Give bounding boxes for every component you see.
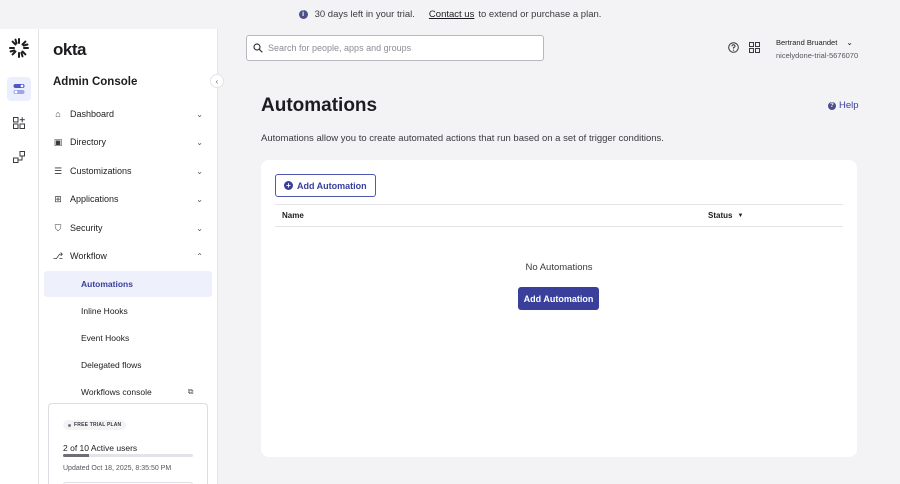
subnav-label: Workflows console [81,387,152,397]
subnav-workflows-console[interactable]: Workflows console ⧉ [44,379,212,405]
chevron-left-icon: ‹ [215,76,219,86]
nav-item-applications[interactable]: ⊞ Applications ⌄ [53,189,203,209]
column-header-status[interactable]: Status ▼ [708,211,743,220]
help-label: Help [839,100,859,111]
badge-dot-icon [68,423,71,427]
active-users-progress [63,454,193,457]
nav-item-customizations[interactable]: ☰ Customizations ⌄ [53,161,203,181]
subnav-event-hooks[interactable]: Event Hooks [44,325,212,351]
directory-icon: ▣ [53,136,63,147]
nav-label: Security [70,223,103,233]
external-link-icon: ⧉ [187,387,194,396]
automations-table-header: Name Status ▼ [275,204,843,227]
subnav-inline-hooks[interactable]: Inline Hooks [44,298,212,324]
chevron-down-icon: ⌄ [196,137,203,147]
sort-down-icon: ▼ [737,212,744,219]
applications-icon: ⊞ [54,193,62,204]
grid-icon [749,42,760,53]
side-navigation: okta Admin Console ‹ ⌂ Dashboard ⌄ ▣ Dir… [39,29,224,484]
user-menu[interactable]: Bertrand Bruandet ⌄ nicelydone-trial-567… [776,38,858,60]
info-icon: i [298,10,308,19]
customizations-icon: ☰ [53,165,63,176]
progress-fill [63,454,89,457]
help-icon: ? [828,101,836,110]
updated-timestamp: Updated Oct 18, 2025, 8:35:50 PM [63,465,172,472]
trial-message: 30 days left in your trial. [314,9,415,20]
automations-panel: + Add Automation Name Status ▼ No Automa… [261,160,857,457]
grid-plus-icon [13,117,25,129]
column-header-name[interactable]: Name [282,211,304,220]
nav-item-directory[interactable]: ▣ Directory ⌄ [53,132,203,152]
help-center-icon[interactable] [728,42,739,53]
badge-label: FREE TRIAL PLAN [74,422,122,428]
search-input[interactable] [268,43,528,53]
help-link[interactable]: ? Help [828,100,859,111]
rail-admin-toggle-icon[interactable] [7,77,31,101]
chevron-up-icon: ⌃ [196,251,203,261]
flow-icon [13,151,25,163]
contact-us-link[interactable]: Contact us [429,9,474,20]
page-description: Automations allow you to create automate… [261,133,664,144]
user-org: nicelydone-trial-5676070 [776,51,859,60]
workflow-icon: ⎇ [52,250,64,261]
active-users-count: 2 of 10 Active users [63,443,138,453]
trial-plan-card: FREE TRIAL PLAN 2 of 10 Active users Upd… [48,403,208,484]
nav-label: Workflow [70,251,107,261]
subnav-automations[interactable]: Automations [44,271,212,297]
nav-item-workflow[interactable]: ⎇ Workflow ⌃ [53,246,203,266]
home-icon: ⌂ [55,109,61,119]
add-automation-label: Add Automation [297,180,367,191]
toggle-icon [13,84,25,94]
user-name: Bertrand Bruandet [776,38,838,47]
nav-item-security[interactable]: ⛉ Security ⌄ [53,218,203,238]
trial-plan-badge: FREE TRIAL PLAN [63,420,127,430]
trial-banner: i 30 days left in your trial. Contact us… [0,0,900,29]
question-circle-icon [728,42,739,53]
collapse-sidebar-button[interactable]: ‹ [210,74,224,88]
nav-label: Applications [70,194,119,204]
add-automation-button[interactable]: + Add Automation [275,174,376,197]
nav-label: Dashboard [70,109,115,119]
nav-label: Directory [70,137,107,147]
chevron-down-icon: ⌄ [196,166,203,176]
okta-logo: okta [53,40,86,59]
plus-circle-icon: + [284,181,293,190]
user-name-row: Bertrand Bruandet ⌄ [776,38,858,47]
empty-state-add-automation-button[interactable]: Add Automation [518,287,599,310]
rail-workflow-icon[interactable] [7,145,31,169]
chevron-down-icon: ⌄ [846,38,853,47]
okta-sunburst-logo-icon [9,38,29,58]
admin-console-title: Admin Console [53,76,138,88]
chevron-down-icon: ⌄ [196,223,203,233]
chevron-down-icon: ⌄ [196,109,203,119]
app-grid-icon[interactable] [749,42,760,53]
app-switcher-rail [0,29,39,484]
nav-label: Customizations [70,166,132,176]
subnav-delegated-flows[interactable]: Delegated flows [44,352,212,378]
rail-apps-icon[interactable] [7,111,31,135]
search-icon [253,43,263,53]
page-title: Automations [261,95,378,116]
global-search[interactable] [246,35,544,61]
trial-suffix: to extend or purchase a plan. [478,9,602,20]
shield-icon: ⛉ [54,222,62,233]
chevron-down-icon: ⌄ [196,194,203,204]
empty-state-text: No Automations [525,262,593,273]
status-label: Status [708,211,733,220]
nav-item-dashboard[interactable]: ⌂ Dashboard ⌄ [53,104,203,124]
